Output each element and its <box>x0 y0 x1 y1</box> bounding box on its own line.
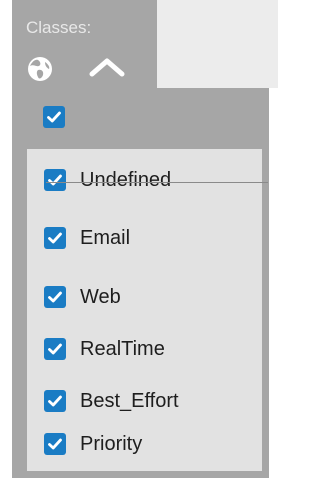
list-item-label: Email <box>80 226 131 249</box>
chevron-up-icon[interactable] <box>88 56 126 78</box>
list-item-best-effort[interactable]: Best_Effort <box>44 386 179 416</box>
list-item-email[interactable]: Email <box>44 223 130 253</box>
list-item-realtime[interactable]: RealTime <box>44 334 165 364</box>
checkmark-icon <box>48 291 62 303</box>
divider <box>46 182 268 183</box>
checkbox-box <box>43 106 65 128</box>
checkmark-icon <box>48 438 62 450</box>
checkbox[interactable] <box>44 433 66 455</box>
list-item-label: Priority <box>80 432 143 455</box>
checkmark-icon <box>48 232 62 244</box>
list-item-label: RealTime <box>80 337 165 360</box>
class-list: Undefined Email Web RealTime Best_Effort… <box>27 149 268 471</box>
checkbox[interactable] <box>44 286 66 308</box>
list-item-label: Undefined <box>80 168 172 191</box>
globe-icon[interactable] <box>27 56 53 82</box>
empty-area <box>157 0 278 88</box>
checkbox[interactable] <box>44 338 66 360</box>
checkbox[interactable] <box>44 169 66 191</box>
list-item-label: Web <box>80 285 121 308</box>
checkmark-icon <box>48 174 62 186</box>
list-item-label: Best_Effort <box>80 389 179 412</box>
checkbox[interactable] <box>44 227 66 249</box>
select-all-checkbox[interactable] <box>43 106 65 133</box>
checkmark-icon <box>48 343 62 355</box>
list-item-priority[interactable]: Priority <box>44 429 142 459</box>
list-item-web[interactable]: Web <box>44 282 121 312</box>
list-item-undefined[interactable]: Undefined <box>44 165 171 195</box>
checkmark-icon <box>48 395 62 407</box>
panel-title: Classes: <box>26 18 92 37</box>
checkmark-icon <box>47 111 61 123</box>
checkbox[interactable] <box>44 390 66 412</box>
